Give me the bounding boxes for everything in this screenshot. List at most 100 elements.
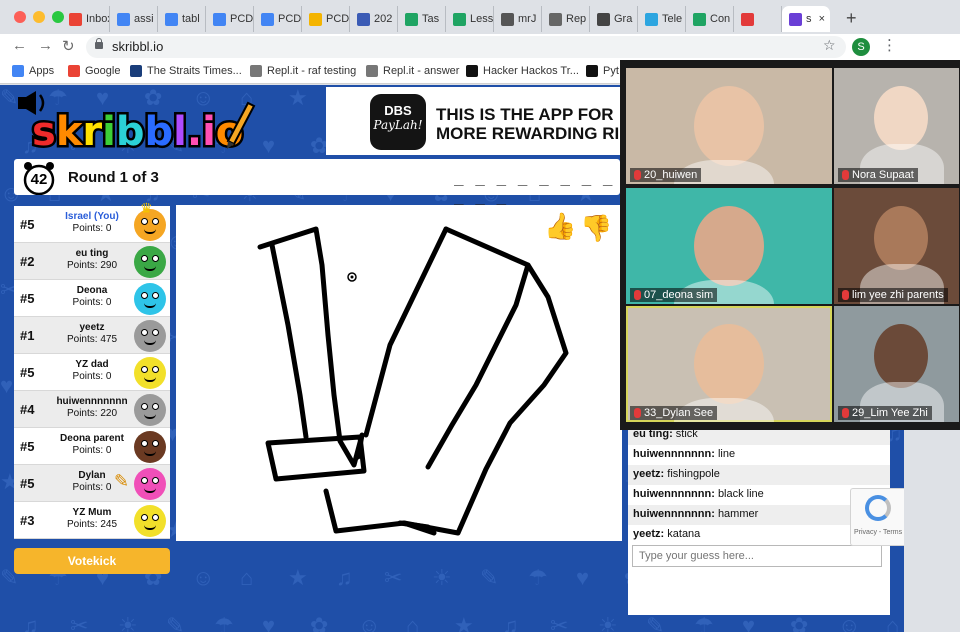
browser-menu-icon[interactable]: ⋮	[882, 36, 897, 54]
doodle-icon: ⌂	[406, 613, 420, 632]
tab-label: PCD	[278, 13, 302, 25]
muted-mic-icon	[842, 170, 849, 180]
participant-face	[694, 206, 764, 286]
player-info: Israel (You) Points: 0	[44, 211, 140, 235]
bookmark-item[interactable]: Apps	[12, 65, 54, 77]
bookmark-label: The Straits Times...	[147, 65, 242, 77]
avatar-eye	[152, 366, 159, 373]
browser-tab[interactable]: PCD	[206, 6, 254, 32]
dbs-paylah-ad[interactable]: DBS PayLah! THIS IS THE APP FOR MORE REW…	[326, 87, 632, 155]
player-row[interactable]: #4 huiwennnnnnn Points: 220	[14, 391, 170, 428]
bookmark-item[interactable]: Google	[68, 65, 120, 77]
participant-name-label: lim yee zhi parents	[838, 288, 948, 302]
ad-headline: THIS IS THE APP FOR MORE REWARDING RID	[436, 105, 632, 143]
participant-video-tile[interactable]: 07_deona sim	[626, 188, 832, 304]
player-row[interactable]: #5 Israel (You) Points: 0 ♛	[14, 200, 170, 243]
browser-tab[interactable]: mrJ	[494, 6, 542, 32]
avatar-eye	[141, 477, 148, 484]
player-avatar	[134, 283, 166, 315]
avatar-eye	[141, 218, 148, 225]
player-rank: #4	[20, 402, 35, 417]
player-points: Points: 0	[72, 297, 112, 308]
browser-tab[interactable]: Tele	[638, 6, 686, 32]
player-row[interactable]: #2 eu ting Points: 290	[14, 243, 170, 280]
docs-icon	[213, 12, 226, 26]
tab-label: Less	[470, 13, 494, 25]
player-row[interactable]: #5 Deona parent Points: 0	[14, 428, 170, 465]
graph-icon	[597, 12, 610, 26]
browser-tab[interactable]: PCD	[302, 6, 350, 32]
muted-mic-icon	[634, 408, 641, 418]
browser-tab[interactable]: Gra	[590, 6, 638, 32]
avatar-mouth	[144, 451, 156, 456]
drawing-canvas[interactable]: 👍 👎	[176, 205, 622, 541]
browser-tab[interactable]: 202	[350, 6, 398, 32]
thumbs-up-icon[interactable]: 👍	[544, 211, 576, 242]
thumbs-down-icon[interactable]: 👎	[580, 213, 612, 244]
participant-video-tile[interactable]: lim yee zhi parents	[834, 188, 959, 304]
participant-name-label: Nora Supaat	[838, 168, 918, 182]
player-rank: #5	[20, 217, 35, 232]
close-window-button[interactable]	[14, 11, 26, 23]
participant-video-tile[interactable]: 20_huiwen	[626, 68, 832, 184]
player-row[interactable]: #5 YZ dad Points: 0	[14, 354, 170, 391]
browser-tab[interactable]	[734, 6, 782, 32]
avatar-mouth	[144, 303, 156, 308]
player-name: YZ dad	[75, 359, 109, 370]
chat-colon: :	[711, 448, 718, 460]
bookmark-item[interactable]: Pyt	[586, 65, 619, 77]
new-tab-button[interactable]: +	[846, 8, 857, 29]
player-row[interactable]: #5 Deona Points: 0	[14, 280, 170, 317]
bookmark-star-icon[interactable]: ☆	[823, 37, 836, 54]
back-arrow-icon[interactable]: ←	[12, 37, 27, 54]
minimize-window-button[interactable]	[33, 11, 45, 23]
forward-arrow-icon[interactable]: →	[38, 37, 53, 54]
player-points: Points: 475	[66, 334, 118, 345]
slides-icon	[309, 12, 322, 26]
votekick-button[interactable]: Votekick	[14, 548, 170, 574]
browser-tab[interactable]: assi	[110, 6, 158, 32]
close-tab-icon[interactable]: ×	[819, 13, 825, 25]
browser-tab[interactable]: Inbox	[62, 6, 110, 32]
doodle-icon: ✿	[310, 613, 329, 632]
avatar-mouth	[144, 229, 156, 234]
player-row[interactable]: #5 Dylan Points: 0 ✎	[14, 465, 170, 502]
skribbl-logo: skribbl.io	[18, 91, 256, 155]
bookmark-item[interactable]: Repl.it - raf testing	[250, 65, 356, 77]
address-bar[interactable]: skribbl.io	[86, 36, 846, 58]
bookmark-item[interactable]: Repl.it - answer	[366, 65, 459, 77]
bookmark-item[interactable]: Hacker Hackos Tr...	[466, 65, 579, 77]
profile-avatar[interactable]: S	[852, 38, 870, 56]
reload-icon[interactable]: ↻	[62, 37, 75, 55]
chat-colon: :	[711, 488, 718, 500]
recaptcha-badge[interactable]: Privacy - Terms	[850, 488, 904, 546]
browser-tab[interactable]: Less	[446, 6, 494, 32]
player-row[interactable]: #3 YZ Mum Points: 245	[14, 502, 170, 539]
browser-tab[interactable]: PCD	[254, 6, 302, 32]
participant-video-tile[interactable]: Nora Supaat	[834, 68, 959, 184]
timer-value: 42	[30, 171, 48, 188]
dbs-paylah-app-icon: DBS PayLah!	[370, 94, 426, 150]
tab-label: Tas	[422, 13, 440, 25]
bookmark-item[interactable]: The Straits Times...	[130, 65, 242, 77]
participant-video-tile[interactable]: 33_Dylan See	[626, 306, 832, 422]
browser-tab[interactable]: Con	[686, 6, 734, 32]
gmail-icon	[69, 12, 82, 26]
telegram-icon	[645, 12, 658, 26]
browser-toolbar: ← → ↻ skribbl.io ☆ S ⋮	[0, 34, 960, 60]
replit-icon	[366, 65, 378, 77]
logo-text: skribbl.io	[32, 109, 243, 155]
player-avatar	[134, 246, 166, 278]
player-row[interactable]: #1 yeetz Points: 475	[14, 317, 170, 354]
browser-tab[interactable]: tabl	[158, 6, 206, 32]
player-avatar	[134, 468, 166, 500]
doodle-icon: ☂	[214, 613, 234, 632]
guess-input[interactable]	[632, 545, 882, 567]
browser-tab[interactable]: s ×	[782, 6, 830, 32]
browser-tab[interactable]: Tas	[398, 6, 446, 32]
participant-video-tile[interactable]: 29_Lim Yee Zhi	[834, 306, 959, 422]
doodle-icon: ♥	[742, 613, 756, 632]
player-info: huiwennnnnnn Points: 220	[44, 396, 140, 420]
browser-tab[interactable]: Rep	[542, 6, 590, 32]
doodle-icon: ♫	[336, 565, 353, 590]
